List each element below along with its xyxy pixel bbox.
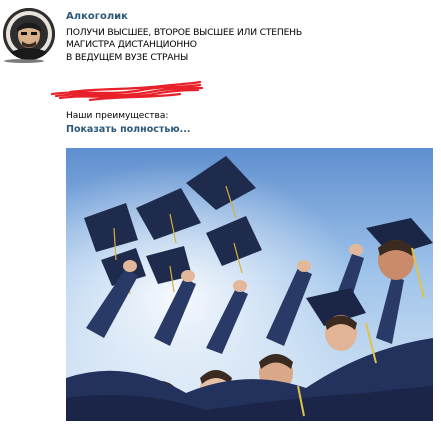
post-text-line-1: ПОЛУЧИ ВЫСШЕЕ, ВТОРОЕ ВЫСШЕЕ ИЛИ СТЕПЕНЬ	[66, 27, 302, 38]
post-text: ПОЛУЧИ ВЫСШЕЕ, ВТОРОЕ ВЫСШЕЕ ИЛИ СТЕПЕНЬ…	[66, 27, 396, 64]
red-scribble-redaction	[50, 80, 204, 102]
post-text-line-3: В ВЕДУЩЕМ ВУЗЕ СТРАНЫ	[66, 51, 188, 63]
advantages-label: Наши преимущества:	[66, 111, 169, 121]
post-text-line-2: МАГИСТРА ДИСТАНЦИОННО	[66, 39, 197, 51]
avatar-shadow	[4, 59, 44, 63]
post-photo[interactable]	[66, 148, 433, 421]
graduation-photo	[66, 148, 433, 421]
post-author-name[interactable]: Алкоголик	[66, 11, 128, 22]
post-card: Алкоголик ПОЛУЧИ ВЫСШЕЕ, ВТОРОЕ ВЫСШЕЕ И…	[0, 0, 441, 430]
person-avatar-icon	[3, 8, 55, 60]
avatar[interactable]	[3, 8, 55, 60]
show-more-link[interactable]: Показать полностью...	[66, 124, 190, 135]
